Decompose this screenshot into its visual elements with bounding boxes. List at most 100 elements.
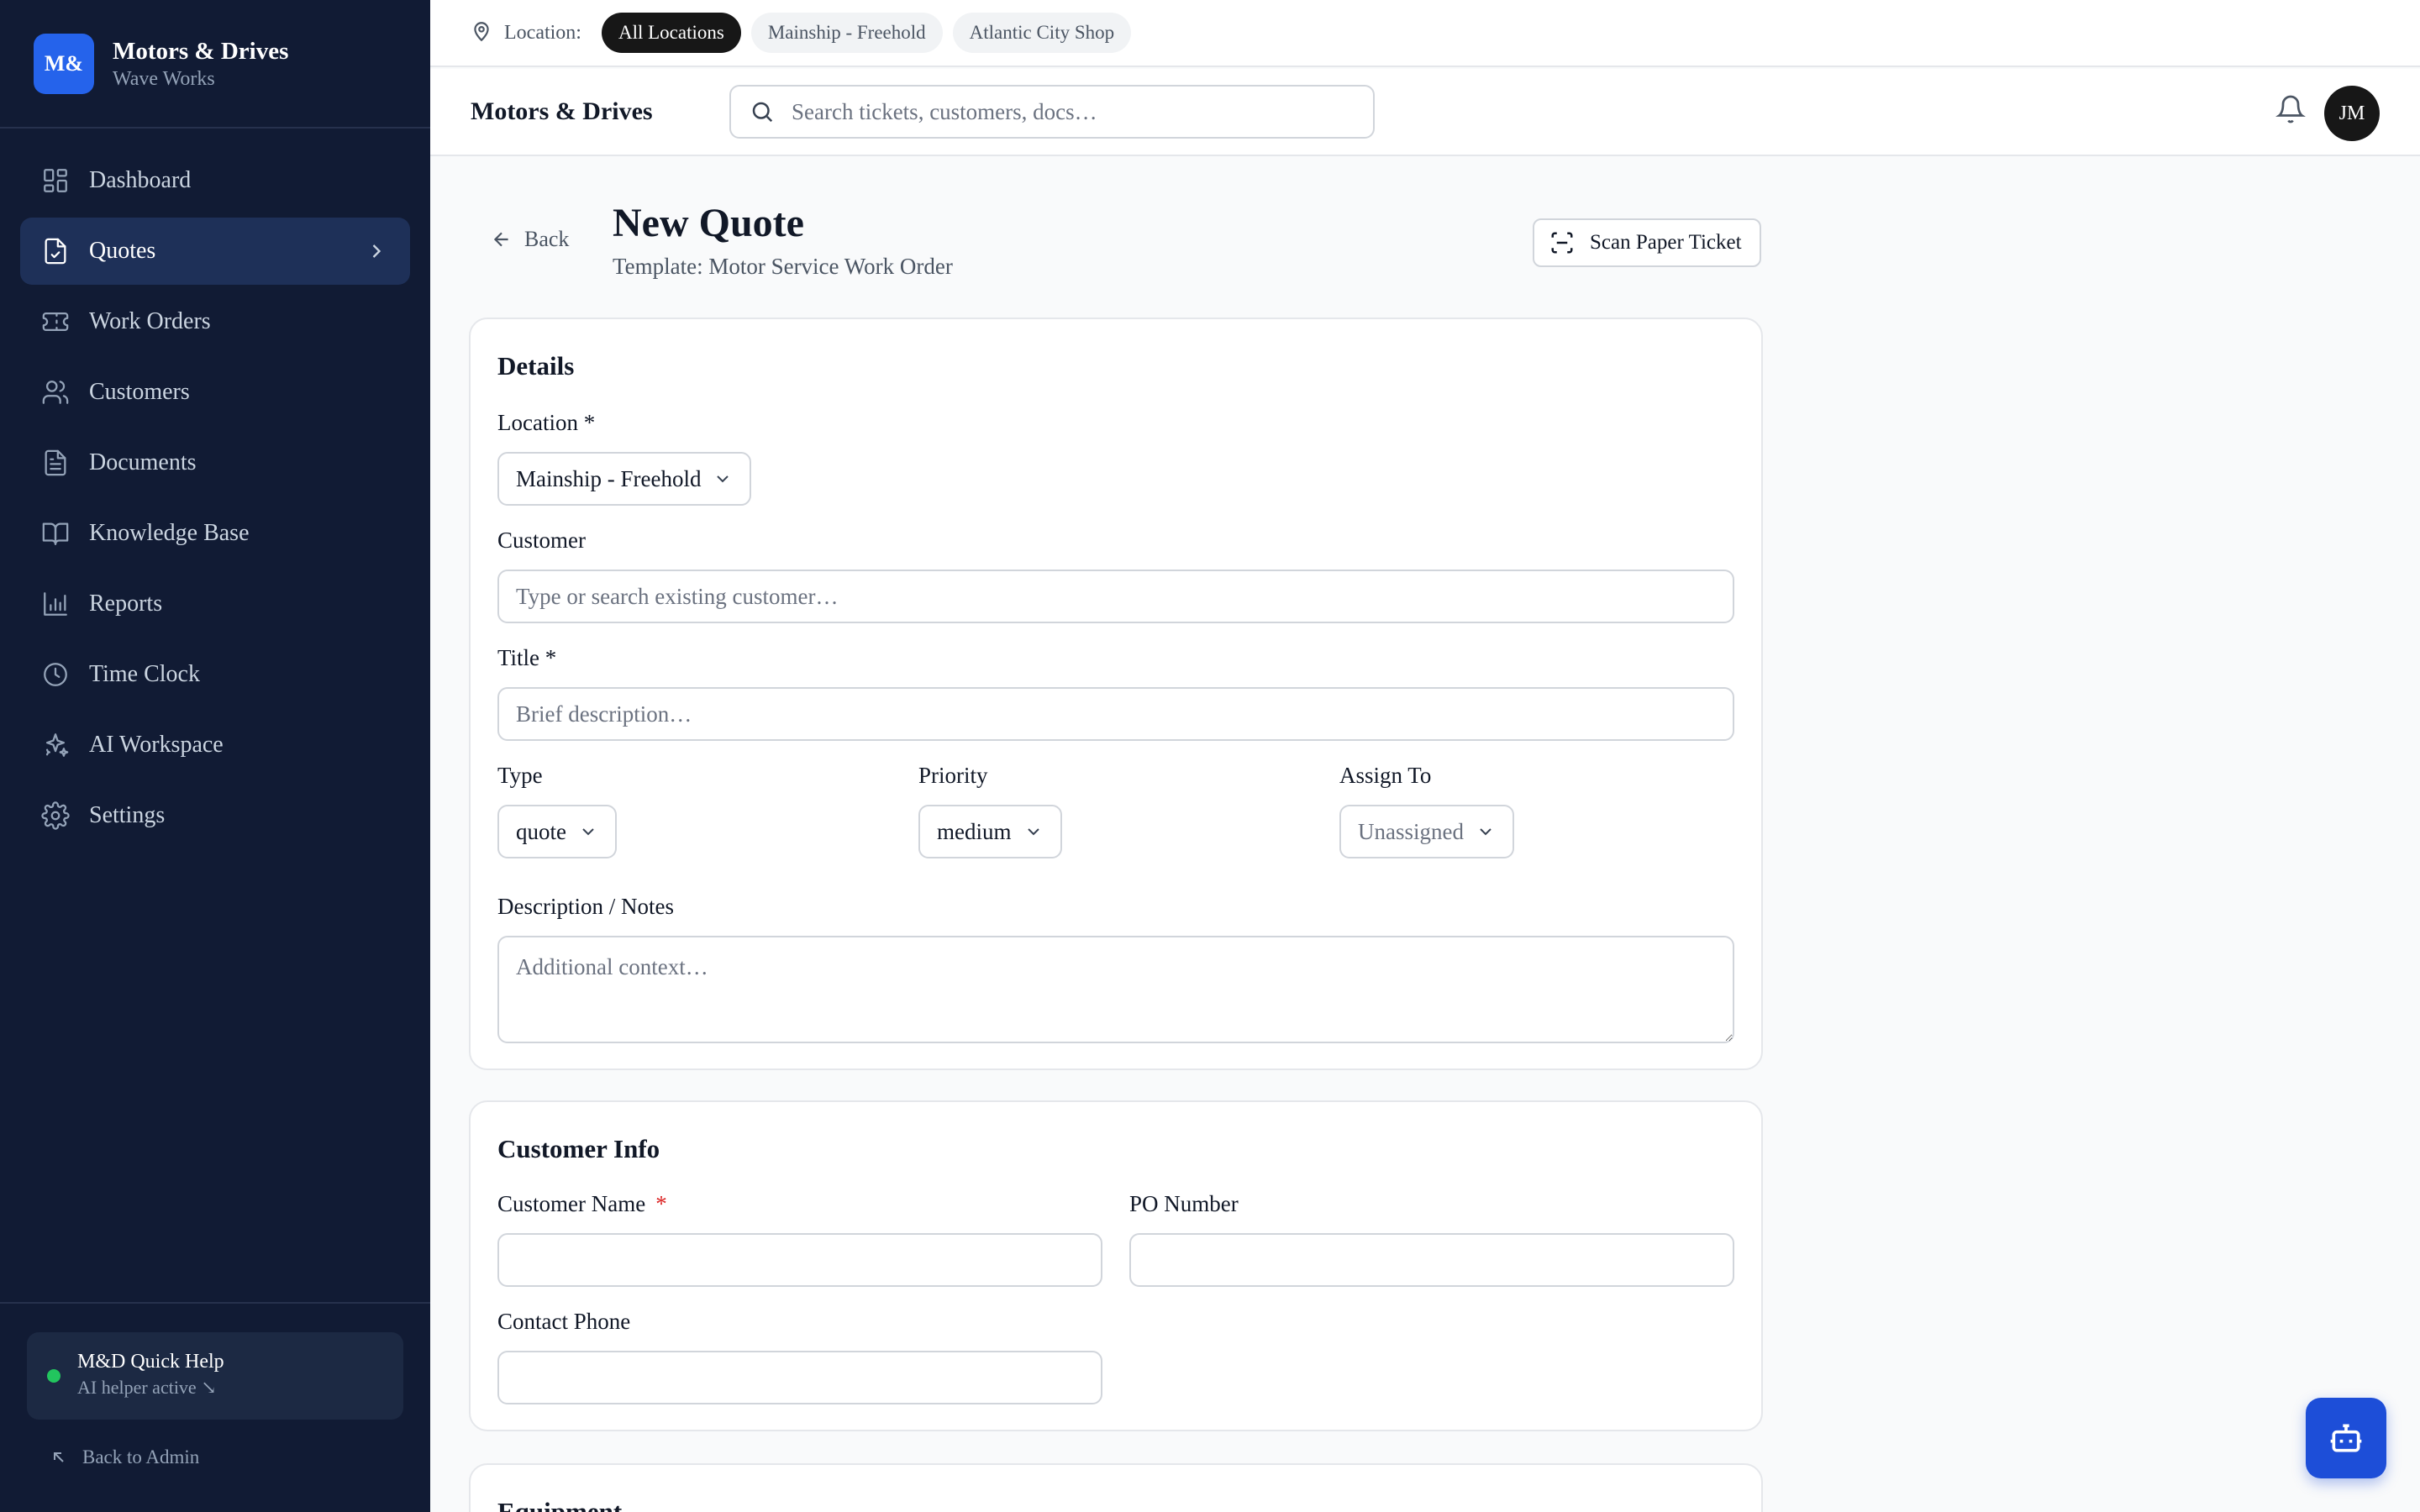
priority-field-label: Priority <box>918 763 988 788</box>
grid-icon <box>40 165 71 196</box>
brand-subtitle: Wave Works <box>113 67 215 90</box>
sidebar-item-ai-workspace[interactable]: AI Workspace <box>20 711 410 779</box>
back-button[interactable]: Back <box>491 227 569 252</box>
sidebar-item-work-orders[interactable]: Work Orders <box>20 288 410 355</box>
avatar[interactable]: JM <box>2324 86 2380 141</box>
details-heading: Details <box>497 351 575 381</box>
title-field-label: Title * <box>497 645 557 670</box>
contact-phone-label: Contact Phone <box>497 1309 631 1334</box>
sidebar-item-label: Knowledge Base <box>89 520 250 546</box>
sidebar-item-quotes[interactable]: Quotes <box>20 218 410 285</box>
contact-phone-input[interactable] <box>497 1351 1102 1404</box>
page-subtitle: Template: Motor Service Work Order <box>613 254 953 279</box>
chevron-down-icon <box>717 475 729 483</box>
notes-field-label: Description / Notes <box>497 894 674 919</box>
brand-header: M& Motors & Drives Wave Works <box>0 0 430 129</box>
arrow-up-left-icon <box>54 1452 64 1462</box>
location-chip-all[interactable]: All Locations <box>601 13 741 53</box>
title-input[interactable] <box>497 687 1734 741</box>
customer-search-input[interactable] <box>497 570 1734 623</box>
po-number-label: PO Number <box>1129 1191 1239 1216</box>
sidebar-item-knowledge-base[interactable]: Knowledge Base <box>20 500 410 567</box>
notes-textarea[interactable] <box>497 936 1734 1043</box>
sidebar-item-label: Customers <box>89 379 190 405</box>
customer-field-label: Customer <box>497 528 586 553</box>
assign-select-value: Unassigned <box>1358 818 1464 844</box>
status-dot <box>47 1369 60 1383</box>
top-header: Motors & Drives JM <box>430 69 2420 156</box>
sidebar-nav: Dashboard Quotes Work Orders Customers D… <box>0 129 430 849</box>
sidebar-item-reports[interactable]: Reports <box>20 570 410 638</box>
back-to-admin-label: Back to Admin <box>82 1446 200 1467</box>
back-to-admin-link[interactable]: Back to Admin <box>49 1446 199 1468</box>
sidebar-item-settings[interactable]: Settings <box>20 782 410 849</box>
map-pin-icon <box>471 20 492 46</box>
global-search[interactable] <box>729 85 1375 139</box>
sidebar: M& Motors & Drives Wave Works Dashboard … <box>0 0 430 1512</box>
brand-logo[interactable]: M& <box>34 33 94 94</box>
sidebar-item-label: Quotes <box>89 238 156 264</box>
ai-assistant-button[interactable] <box>2306 1398 2386 1478</box>
search-input[interactable] <box>792 98 1346 125</box>
customer-info-card: Customer Info Customer Name * PO Number C… <box>469 1100 1763 1431</box>
type-select[interactable]: quote <box>497 805 617 858</box>
bell-icon[interactable] <box>2275 94 2306 129</box>
clock-icon <box>40 659 71 690</box>
ticket-icon <box>40 307 71 337</box>
sparkles-icon <box>40 730 71 760</box>
customer-name-label-text: Customer Name <box>497 1191 646 1216</box>
sidebar-footer: M&D Quick Help AI helper active ↘ Back t… <box>0 1302 430 1512</box>
required-mark: * <box>655 1191 667 1216</box>
type-field-label: Type <box>497 763 543 788</box>
location-chip-atlantic-city[interactable]: Atlantic City Shop <box>952 13 1132 53</box>
scan-paper-ticket-button[interactable]: Scan Paper Ticket <box>1533 218 1761 267</box>
location-bar: Location: All Locations Mainship - Freeh… <box>430 0 2420 67</box>
type-select-value: quote <box>516 818 566 844</box>
file-check-icon <box>40 236 71 266</box>
priority-select-value: medium <box>937 818 1012 844</box>
sidebar-item-label: Settings <box>89 802 166 828</box>
location-select-value: Mainship - Freehold <box>516 465 702 491</box>
location-chip-mainship[interactable]: Mainship - Freehold <box>750 13 943 53</box>
scan-icon <box>1551 232 1573 254</box>
quick-help-title: M&D Quick Help <box>77 1351 224 1373</box>
quick-help-status: AI helper active ↘ <box>77 1377 217 1398</box>
chevron-right-icon <box>365 239 388 263</box>
chevron-down-icon <box>1027 828 1039 836</box>
sidebar-item-documents[interactable]: Documents <box>20 429 410 496</box>
chevron-down-icon <box>1480 828 1491 836</box>
quick-help-card[interactable]: M&D Quick Help AI helper active ↘ <box>27 1332 403 1420</box>
arrow-left-icon <box>493 232 508 247</box>
bot-icon <box>2330 1424 2362 1452</box>
customer-name-input[interactable] <box>497 1233 1102 1287</box>
details-card: Details Location * Mainship - Freehold C… <box>469 318 1763 1070</box>
assign-select[interactable]: Unassigned <box>1339 805 1514 858</box>
equipment-heading: Equipment <box>497 1497 623 1512</box>
customer-info-heading: Customer Info <box>497 1134 660 1163</box>
header-title: Motors & Drives <box>471 97 653 125</box>
book-icon <box>40 518 71 549</box>
main-content: Back New Quote Template: Motor Service W… <box>430 158 2420 1512</box>
customer-name-label: Customer Name * <box>497 1191 667 1217</box>
search-icon <box>752 102 773 123</box>
location-select[interactable]: Mainship - Freehold <box>497 452 752 506</box>
sidebar-item-label: Time Clock <box>89 661 200 687</box>
bar-chart-icon <box>40 589 71 619</box>
assign-field-label: Assign To <box>1339 763 1432 788</box>
chevron-down-icon <box>582 828 594 836</box>
sidebar-item-dashboard[interactable]: Dashboard <box>20 147 410 214</box>
po-number-input[interactable] <box>1129 1233 1734 1287</box>
location-field-label: Location * <box>497 410 596 435</box>
sidebar-item-customers[interactable]: Customers <box>20 359 410 426</box>
document-icon <box>40 448 71 478</box>
equipment-card: Equipment <box>469 1463 1763 1512</box>
users-icon <box>40 377 71 407</box>
sidebar-item-label: Work Orders <box>89 308 211 334</box>
back-label: Back <box>524 227 570 251</box>
sidebar-item-label: Reports <box>89 591 163 617</box>
priority-select[interactable]: medium <box>918 805 1062 858</box>
page-title: New Quote <box>613 201 804 245</box>
sidebar-item-label: Documents <box>89 449 197 475</box>
sidebar-item-time-clock[interactable]: Time Clock <box>20 641 410 708</box>
sidebar-item-label: Dashboard <box>89 167 192 193</box>
